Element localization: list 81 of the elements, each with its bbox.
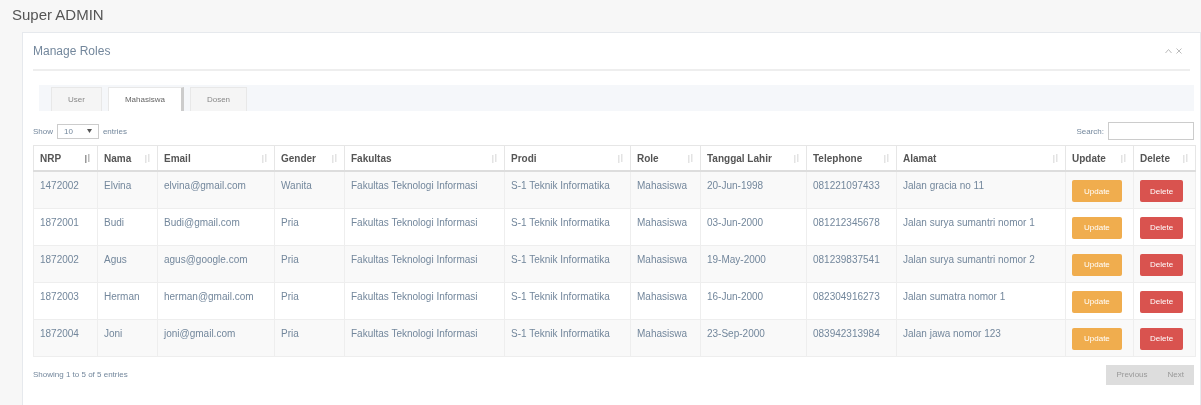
sort-icon [85, 153, 91, 163]
table-cell: Jalan jawa nomor 123 [896, 319, 1066, 356]
table-cell: 081221097433 [806, 171, 897, 208]
table-cell: 1472002 [33, 171, 98, 208]
search-label: Search: [1076, 126, 1104, 136]
tab[interactable]: Dosen [189, 87, 248, 111]
entries-label: entries [102, 126, 127, 136]
table-cell: Fakultas Teknologi Informasi [344, 245, 505, 282]
sort-icon [1053, 153, 1059, 163]
table-cell: Fakultas Teknologi Informasi [344, 282, 505, 319]
table-cell: Elvina [97, 171, 158, 208]
sort-icon [262, 153, 268, 163]
table-cell: Herman [97, 282, 158, 319]
table-cell: 082304916273 [806, 282, 897, 319]
table-cell: herman@gmail.com [157, 282, 275, 319]
delete-button[interactable]: Delete [1140, 290, 1184, 313]
delete-button[interactable]: Delete [1140, 327, 1184, 350]
table-cell: 081239837541 [806, 245, 897, 282]
table-cell: Jalan surya sumantri nomor 2 [896, 245, 1066, 282]
table-cell: Fakultas Teknologi Informasi [344, 319, 505, 356]
table-cell: Budi [97, 208, 158, 245]
table-cell: Budi@gmail.com [157, 208, 275, 245]
table-cell: 1872004 [33, 319, 98, 356]
table-cell: Pria [274, 245, 345, 282]
tab[interactable]: Mahasiswa [107, 87, 184, 111]
table-cell: Mahasiswa [630, 282, 701, 319]
caret-icon [86, 129, 92, 133]
table-cell: 1872001 [33, 208, 98, 245]
table-cell: 03-Jun-2000 [700, 208, 807, 245]
show-label: Show [33, 126, 53, 136]
close-icon[interactable] [1176, 48, 1182, 54]
table-cell: 1872002 [33, 245, 98, 282]
delete-button[interactable]: Delete [1140, 216, 1184, 239]
table-cell: 16-Jun-2000 [700, 282, 807, 319]
table-cell: 083942313984 [806, 319, 897, 356]
delete-button[interactable]: Delete [1140, 253, 1184, 276]
table-cell: Wanita [274, 171, 345, 208]
sort-icon [688, 153, 694, 163]
panel-title: Manage Roles [33, 44, 111, 58]
entries-select[interactable]: 10 [57, 123, 99, 139]
sort-icon [145, 153, 151, 163]
sort-icon [332, 153, 338, 163]
page-title: Super ADMIN [12, 6, 104, 23]
table-cell: Mahasiswa [630, 208, 701, 245]
table-cell: 19-May-2000 [700, 245, 807, 282]
sort-icon [884, 153, 890, 163]
sort-icon [618, 153, 624, 163]
table-cell: Jalan surya sumantri nomor 1 [896, 208, 1066, 245]
sort-icon [1121, 153, 1127, 163]
table-cell: 1872003 [33, 282, 98, 319]
table-cell: Pria [274, 319, 345, 356]
search-field[interactable] [1108, 122, 1194, 140]
table-cell: Fakultas Teknologi Informasi [344, 208, 505, 245]
tab[interactable]: User [51, 87, 102, 111]
table-cell: S-1 Teknik Informatika [504, 171, 631, 208]
sort-icon [1183, 153, 1189, 163]
table-cell: 23-Sep-2000 [700, 319, 807, 356]
table-cell: Mahasiswa [630, 171, 701, 208]
entries-info: Showing 1 to 5 of 5 entries [33, 370, 128, 379]
table-cell: Jalan sumatra nomor 1 [896, 282, 1066, 319]
table-cell: Agus [97, 245, 158, 282]
table-cell: Joni [97, 319, 158, 356]
table-cell: Pria [274, 282, 345, 319]
table-cell: joni@gmail.com [157, 319, 275, 356]
table-cell: agus@google.com [157, 245, 275, 282]
delete-button[interactable]: Delete [1140, 180, 1184, 202]
collapse-icon[interactable] [1165, 48, 1172, 54]
table-cell: S-1 Teknik Informatika [504, 208, 631, 245]
table-cell: 081212345678 [806, 208, 897, 245]
table-cell: Mahasiswa [630, 245, 701, 282]
table-cell: Fakultas Teknologi Informasi [344, 171, 505, 208]
table-cell: Jalan gracia no 11 [896, 171, 1066, 208]
table-cell: 20-Jun-1998 [700, 171, 807, 208]
sort-icon [492, 153, 498, 163]
table-cell: elvina@gmail.com [157, 171, 275, 208]
sort-icon [794, 153, 800, 163]
table-cell: S-1 Teknik Informatika [504, 245, 631, 282]
table-cell: S-1 Teknik Informatika [504, 282, 631, 319]
table-cell: Pria [274, 208, 345, 245]
table-cell: Mahasiswa [630, 319, 701, 356]
table-cell: S-1 Teknik Informatika [504, 319, 631, 356]
